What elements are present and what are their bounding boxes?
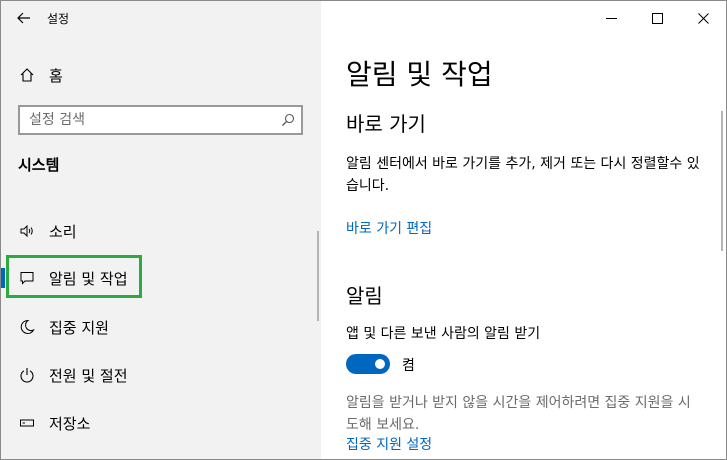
search-icon[interactable] xyxy=(275,113,301,127)
search-box[interactable] xyxy=(18,105,303,135)
moon-icon xyxy=(18,318,36,336)
quick-actions-heading: 바로 가기 xyxy=(346,112,426,136)
main-content: 알림 및 작업 바로 가기 알림 센터에서 바로 가기를 추가, 제거 또는 다… xyxy=(321,1,726,459)
edit-quick-actions-link[interactable]: 바로 가기 편집 xyxy=(346,218,432,238)
power-icon xyxy=(18,366,36,384)
sidebar-scrollbar[interactable] xyxy=(317,231,319,321)
close-button[interactable] xyxy=(680,1,726,35)
storage-icon xyxy=(18,414,36,432)
sidebar-item-focus-assist[interactable]: 집중 지원 xyxy=(1,308,321,346)
sidebar-item-label: 알림 및 작업 xyxy=(49,269,128,288)
back-button[interactable] xyxy=(1,1,47,35)
settings-window: 설정 홈 시스템 소리 알림 및 작업 xyxy=(0,0,727,460)
page-title: 알림 및 작업 xyxy=(346,58,493,91)
section-title: 시스템 xyxy=(18,156,60,174)
toggle-knob xyxy=(375,359,385,369)
home-label: 홈 xyxy=(49,66,63,85)
speaker-icon xyxy=(18,222,36,240)
search-input[interactable] xyxy=(20,111,275,129)
maximize-icon xyxy=(651,12,663,24)
minimize-icon xyxy=(605,17,617,19)
sidebar-item-notifications[interactable]: 알림 및 작업 xyxy=(1,259,321,297)
app-title: 설정 xyxy=(47,11,70,26)
focus-assist-settings-link[interactable]: 집중 지원 설정 xyxy=(346,434,432,454)
toggle-state-label: 켬 xyxy=(402,358,415,374)
close-icon xyxy=(697,12,709,24)
notifications-heading: 알림 xyxy=(346,284,383,308)
sidebar-item-sound[interactable]: 소리 xyxy=(1,212,321,250)
home-icon xyxy=(18,66,36,84)
notifications-toggle[interactable] xyxy=(346,354,390,374)
message-icon xyxy=(18,269,36,287)
minimize-button[interactable] xyxy=(588,1,634,35)
sidebar-item-power[interactable]: 전원 및 절전 xyxy=(1,356,321,394)
sidebar-item-label: 저장소 xyxy=(49,414,91,433)
window-controls xyxy=(588,1,726,35)
title-bar: 설정 xyxy=(1,1,321,35)
sidebar-item-label: 전원 및 절전 xyxy=(49,366,128,385)
home-nav-item[interactable]: 홈 xyxy=(1,59,321,91)
sidebar-item-storage[interactable]: 저장소 xyxy=(1,404,321,442)
active-indicator xyxy=(1,268,5,288)
back-arrow-icon xyxy=(17,12,30,24)
maximize-button[interactable] xyxy=(634,1,680,35)
sidebar-item-label: 소리 xyxy=(49,222,77,241)
notifications-toggle-label: 앱 및 다른 보낸 사람의 알림 받기 xyxy=(346,326,541,342)
quick-actions-description: 알림 센터에서 바로 가기를 추가, 제거 또는 다시 정렬할수 있습니다. xyxy=(346,156,700,194)
focus-assist-description: 알림을 받거나 받지 않을 시간을 제어하려면 집중 지원을 시도해 보세요. xyxy=(346,395,691,433)
main-scrollbar[interactable] xyxy=(721,111,723,251)
sidebar-item-label: 집중 지원 xyxy=(49,318,109,337)
sidebar: 설정 홈 시스템 소리 알림 및 작업 xyxy=(1,1,321,459)
